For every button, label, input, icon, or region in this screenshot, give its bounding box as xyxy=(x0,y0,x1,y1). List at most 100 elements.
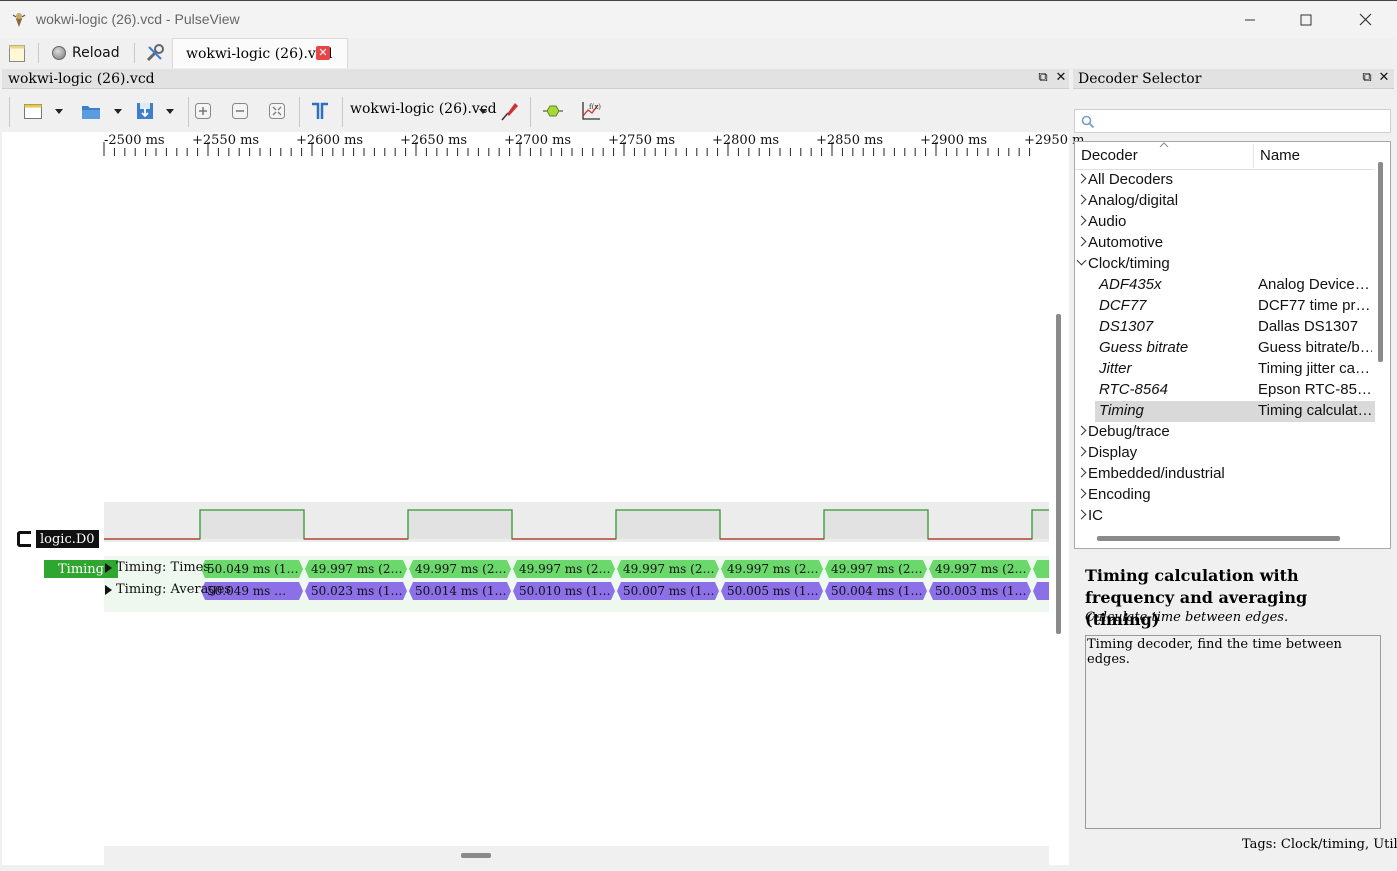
decoder-category[interactable]: Clock/timing xyxy=(1075,254,1375,275)
close-dock-icon[interactable]: ✕ xyxy=(1377,71,1391,85)
decoder-id: Clock/timing xyxy=(1088,255,1170,272)
decoder-item[interactable]: Guess bitrate Guess bitrate/b… xyxy=(1075,338,1375,359)
decoder-item[interactable]: DCF77 DCF77 time pr… xyxy=(1075,296,1375,317)
expand-row-icon[interactable] xyxy=(105,585,112,595)
channel-label[interactable]: logic.D0 xyxy=(36,530,99,548)
decoder-id: All Decoders xyxy=(1088,171,1174,188)
decoder-category[interactable]: All Decoders xyxy=(1075,170,1375,191)
open-file-icon[interactable] xyxy=(80,100,102,122)
vertical-scrollbar-handle[interactable] xyxy=(1056,314,1061,634)
decoder-item[interactable]: ADF435x Analog Device… xyxy=(1075,275,1375,296)
maximize-button[interactable] xyxy=(1284,5,1328,35)
float-dock-icon[interactable]: ⧉ xyxy=(1360,71,1374,85)
annotation-time[interactable]: 49.997 ms (2… xyxy=(617,560,719,578)
chevron-down-icon[interactable] xyxy=(166,109,174,114)
decoder-category[interactable]: Audio xyxy=(1075,212,1375,233)
tree-header: Decoder Name xyxy=(1075,142,1375,170)
decoder-id: Encoding xyxy=(1088,486,1151,503)
decoder-category[interactable]: IC xyxy=(1075,506,1375,527)
chevron-right-icon[interactable] xyxy=(1076,236,1087,247)
decoder-item[interactable]: RTC-8564 Epson RTC-85… xyxy=(1075,380,1375,401)
new-session-icon[interactable] xyxy=(8,43,26,63)
signal-plot-area[interactable]: 50.049 ms (1… 49.997 ms (2… 49.997 ms (2… 4… xyxy=(104,156,1049,846)
expand-row-icon[interactable] xyxy=(105,563,112,573)
annotation-time[interactable]: 49.997 ms (2… xyxy=(929,560,1031,578)
zoom-in-icon[interactable] xyxy=(192,100,214,122)
chevron-right-icon[interactable] xyxy=(1076,173,1087,184)
waveform-high-fill xyxy=(408,510,512,539)
probe-config-icon[interactable] xyxy=(498,100,520,122)
device-select[interactable]: wokwi-logic (26).vcd xyxy=(350,101,497,117)
toolbar-divider xyxy=(342,97,343,127)
tree-vertical-scrollbar[interactable] xyxy=(1378,162,1383,362)
ruler-tick-label: +2550 ms xyxy=(192,133,260,148)
chevron-down-icon[interactable] xyxy=(55,109,63,114)
decoder-category[interactable]: Embedded/industrial xyxy=(1075,464,1375,485)
tab-session-file[interactable]: wokwi-logic (26).vcd ✕ xyxy=(172,38,348,68)
annotation-average[interactable]: 50.005 ms (1… xyxy=(721,582,823,600)
annotation-average[interactable]: 50.004 ms (1… xyxy=(825,582,927,600)
decoder-name: Timing jitter ca… xyxy=(1258,360,1370,377)
annotation-average[interactable]: 50.023 ms (1… xyxy=(305,582,407,600)
decoder-item[interactable]: Timing Timing calculat… xyxy=(1095,401,1375,422)
decoder-id: Display xyxy=(1088,444,1138,461)
close-window-button[interactable] xyxy=(1343,5,1387,35)
chevron-right-icon[interactable] xyxy=(1076,509,1087,520)
decoder-id: Debug/trace xyxy=(1088,423,1170,440)
annotation-time[interactable]: 49.997 ms (2… xyxy=(513,560,615,578)
chevron-right-icon[interactable] xyxy=(1076,215,1087,226)
decoder-id: Timing xyxy=(1099,402,1144,419)
reload-button[interactable]: Reload xyxy=(52,42,120,64)
horizontal-scrollbar-handle[interactable] xyxy=(461,853,491,858)
add-decoder-icon[interactable] xyxy=(542,100,564,122)
annotation-time[interactable]: 49.997 ms (2… xyxy=(721,560,823,578)
decoder-category[interactable]: Automotive xyxy=(1075,233,1375,254)
decoder-category[interactable]: Analog/digital xyxy=(1075,191,1375,212)
close-tab-icon[interactable]: ✕ xyxy=(316,46,330,60)
chevron-down-icon[interactable] xyxy=(479,109,487,114)
channel-drag-handle-icon[interactable] xyxy=(17,531,31,547)
decoder-search-input[interactable] xyxy=(1074,109,1391,133)
decoder-item[interactable]: Jitter Timing jitter ca… xyxy=(1075,359,1375,380)
title-bar: wokwi-logic (26).vcd - PulseView xyxy=(0,0,1397,38)
ruler-tick-label: +2800 ms xyxy=(712,133,780,148)
decoder-tree[interactable]: Decoder Name All Decoders Analog/digital A… xyxy=(1074,141,1391,549)
decoder-item[interactable]: DS1307 Dallas DS1307 xyxy=(1075,317,1375,338)
cursors-icon[interactable] xyxy=(309,100,331,122)
math-signal-icon[interactable]: f(x) xyxy=(580,100,602,122)
minimize-button[interactable] xyxy=(1228,5,1272,35)
chevron-down-icon[interactable] xyxy=(114,109,122,114)
time-ruler[interactable]: -2500 ms +2550 ms +2600 ms +2650 ms +2700 ms… xyxy=(2,132,1084,156)
annotation-time[interactable]: 49.997 ms (2… xyxy=(825,560,927,578)
tree-horizontal-scrollbar[interactable] xyxy=(1097,536,1340,541)
annotation-average[interactable]: 50.014 ms (1… xyxy=(409,582,511,600)
annotation-time[interactable]: 49.997 ms (2… xyxy=(409,560,511,578)
annotation-average[interactable]: 50.007 ms (1… xyxy=(617,582,719,600)
ruler-tick-label: +2850 ms xyxy=(816,133,884,148)
decoder-name: Epson RTC-85… xyxy=(1258,381,1372,398)
annotation-time[interactable]: 49.997 ms (2… xyxy=(305,560,407,578)
save-export-icon[interactable] xyxy=(134,100,156,122)
column-header-decoder[interactable]: Decoder xyxy=(1081,147,1138,164)
chevron-down-icon[interactable] xyxy=(1076,255,1087,266)
zoom-fit-icon[interactable] xyxy=(266,100,288,122)
chevron-right-icon[interactable] xyxy=(1076,194,1087,205)
annotation-time[interactable]: 50.049 ms (1… xyxy=(201,560,303,578)
chevron-right-icon[interactable] xyxy=(1076,467,1087,478)
float-dock-icon[interactable]: ⧉ xyxy=(1036,71,1050,85)
annotation-average[interactable]: 50.003 ms (1… xyxy=(929,582,1031,600)
column-header-name[interactable]: Name xyxy=(1260,147,1300,164)
annotation-average[interactable]: 50.010 ms (1… xyxy=(513,582,615,600)
zoom-out-icon[interactable] xyxy=(229,100,251,122)
chevron-right-icon[interactable] xyxy=(1076,488,1087,499)
decoder-category[interactable]: Debug/trace xyxy=(1075,422,1375,443)
close-dock-icon[interactable]: ✕ xyxy=(1054,71,1068,85)
decoder-category[interactable]: Encoding xyxy=(1075,485,1375,506)
new-view-icon[interactable] xyxy=(22,100,44,122)
toolbar-divider xyxy=(530,97,531,127)
decoder-category[interactable]: Display xyxy=(1075,443,1375,464)
settings-tools-icon[interactable] xyxy=(145,43,165,63)
chevron-right-icon[interactable] xyxy=(1076,446,1087,457)
trace-view[interactable]: 50.049 ms (1… 49.997 ms (2… 49.997 ms (2… 4… xyxy=(2,156,1069,865)
chevron-right-icon[interactable] xyxy=(1076,425,1087,436)
